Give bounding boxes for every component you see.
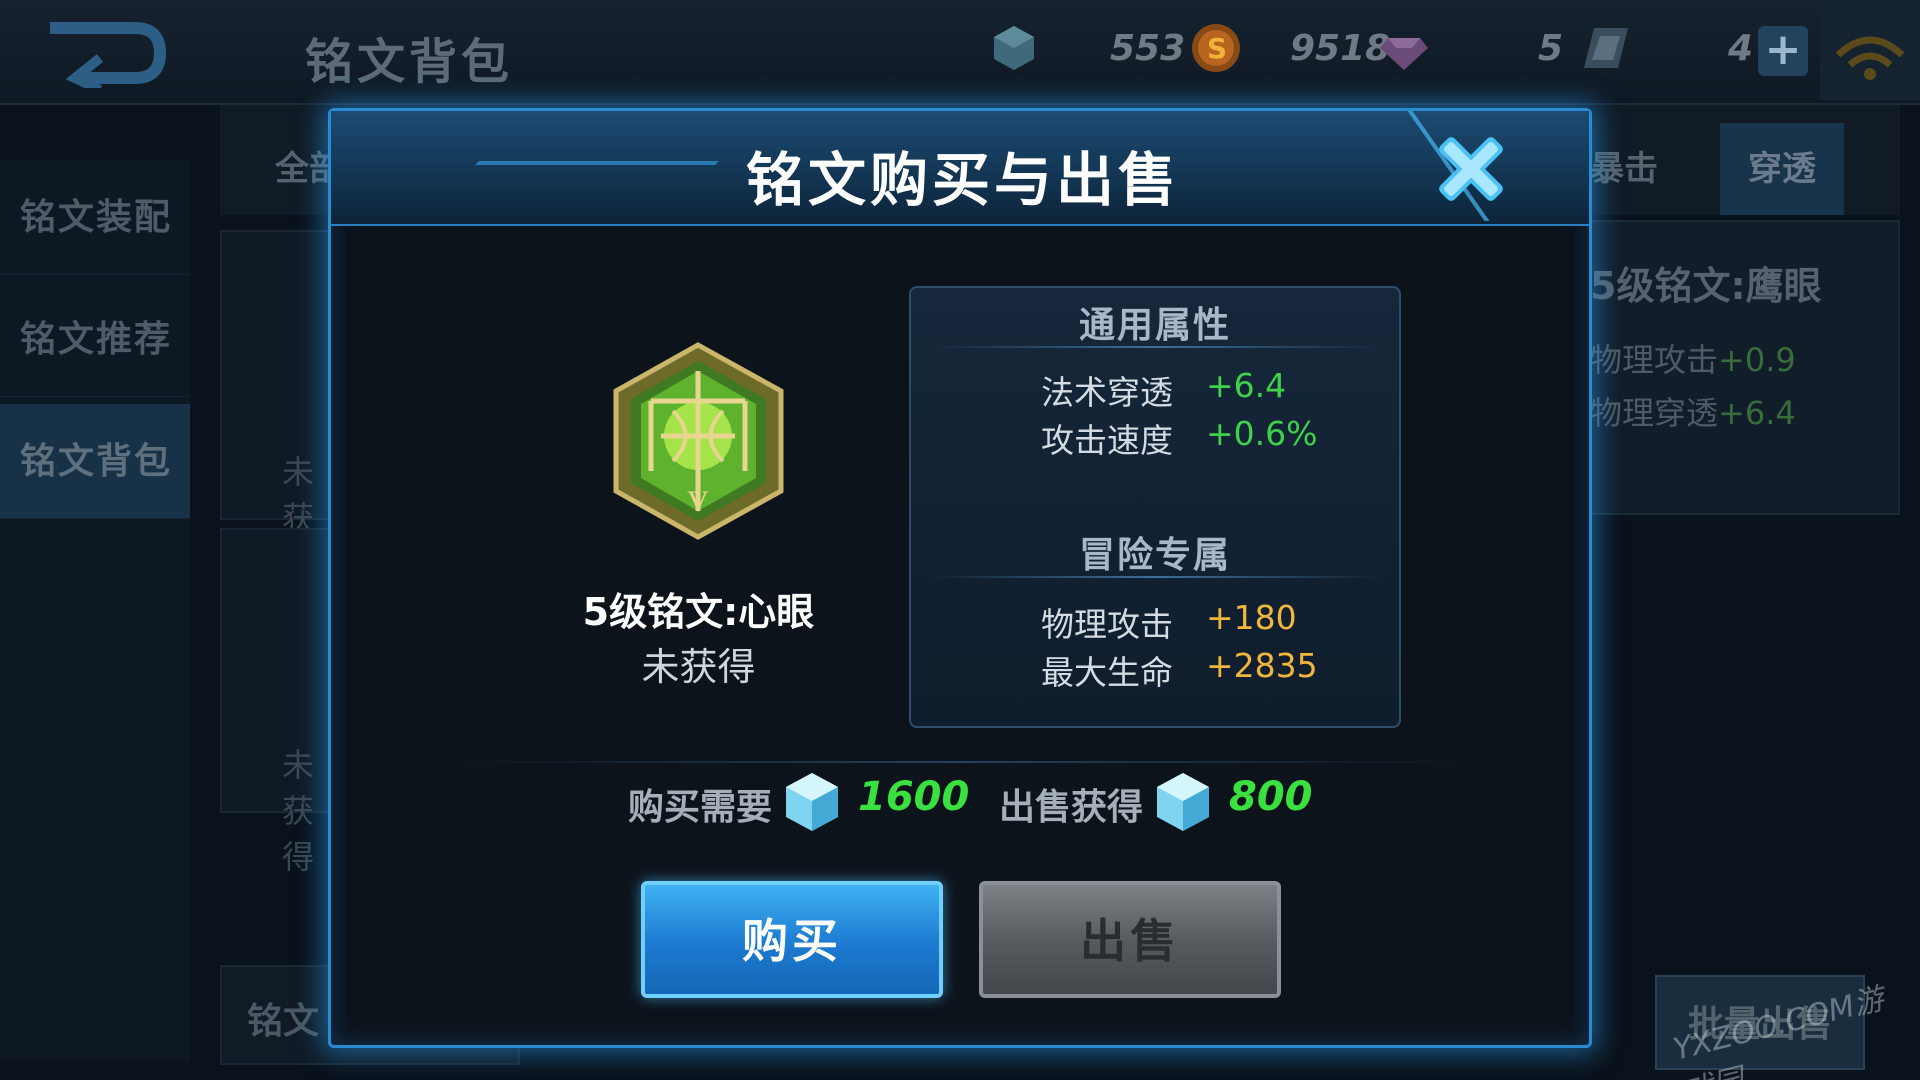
rune-detail-name: 物理攻击: [1590, 341, 1719, 379]
sidebar-item-equip[interactable]: 铭文装配: [0, 160, 190, 275]
rune-level-mark: V: [687, 485, 709, 518]
tab-crit[interactable]: 暴击: [1590, 123, 1658, 215]
rune-card[interactable]: 未获得: [220, 230, 340, 583]
svg-text:S: S: [1207, 32, 1227, 65]
sidebar-item-recommend[interactable]: 铭文推荐: [0, 282, 190, 397]
resource-count-2: 9518: [1290, 28, 1391, 69]
buy-sell-dialog: 铭文购买与出售 V 5级铭文:心眼 未获得 通用属性 法术穿透 +6.4 攻击速…: [328, 108, 1592, 1048]
rune-status: 未获得: [641, 645, 756, 689]
ticket-icon: [1584, 28, 1628, 68]
back-arrow-icon[interactable]: [40, 18, 170, 88]
buy-cost-value: 1600: [858, 774, 970, 820]
adventure-attr-heading: 冒险专属: [1078, 535, 1231, 576]
wifi-icon: [1820, 0, 1920, 100]
sell-gain-label: 出售获得: [999, 787, 1144, 828]
rune-detail-line: 物理攻击+0.9: [1590, 335, 1796, 381]
rune-detail-value: +0.9: [1718, 341, 1796, 379]
add-resource-button[interactable]: +: [1758, 26, 1808, 76]
rune-detail-title: 5级铭文:鹰眼: [1590, 264, 1822, 308]
purple-diamond-icon: [1380, 38, 1428, 70]
gold-coin-icon: S: [1192, 24, 1240, 72]
attr-value: +6.4: [1206, 366, 1287, 405]
attr-value: +180: [1206, 598, 1297, 637]
attr-name: 物理攻击: [1041, 605, 1173, 644]
sidebar-item-bag[interactable]: 铭文背包: [0, 404, 190, 519]
attr-name: 最大生命: [1041, 653, 1173, 692]
sell-button[interactable]: 出售: [979, 881, 1281, 998]
sidebar: 铭文装配 铭文推荐 铭文背包: [0, 160, 190, 1060]
resource-count-1: 553: [1110, 28, 1186, 69]
rune-name: 5级铭文:心眼: [582, 590, 815, 634]
tab-penetration[interactable]: 穿透: [1720, 123, 1844, 215]
crystal-icon: [1157, 773, 1209, 831]
resource-count-3: 5: [1538, 28, 1564, 69]
attr-value: +0.6%: [1206, 414, 1318, 453]
divider: [931, 576, 1381, 578]
rune-detail-name: 物理穿透: [1590, 394, 1719, 432]
resource-count-4: 4: [1728, 28, 1754, 69]
bottom-tab-label: 铭文: [247, 1001, 320, 1042]
general-attr-heading: 通用属性: [1078, 305, 1231, 346]
close-icon[interactable]: [1431, 129, 1511, 209]
crystal-icon: [786, 773, 838, 831]
dialog-title: 铭文购买与出售: [745, 146, 1180, 214]
top-bar: 铭文背包 553 S 9518 5 4 +: [0, 0, 1920, 105]
rune-emblem-icon: V: [613, 342, 784, 540]
buy-cost-label: 购买需要: [628, 787, 773, 828]
attr-name: 攻击速度: [1041, 421, 1173, 460]
cube-currency-icon: [994, 26, 1034, 70]
rune-detail-line: 物理穿透+6.4: [1590, 388, 1796, 434]
sell-gain-value: 800: [1229, 774, 1313, 820]
attr-value: +2835: [1206, 646, 1318, 685]
rune-detail-value: +6.4: [1718, 394, 1796, 432]
attribute-panel: 通用属性 法术穿透 +6.4 攻击速度 +0.6% 冒险专属 物理攻击 +180…: [909, 286, 1401, 728]
dialog-header: 铭文购买与出售: [331, 111, 1589, 227]
buy-button[interactable]: 购买: [641, 881, 943, 998]
page-title: 铭文背包: [305, 34, 514, 90]
divider: [931, 346, 1381, 348]
divider: [451, 761, 1471, 763]
rune-card[interactable]: 未获得: [220, 528, 340, 876]
attr-name: 法术穿透: [1041, 373, 1173, 412]
